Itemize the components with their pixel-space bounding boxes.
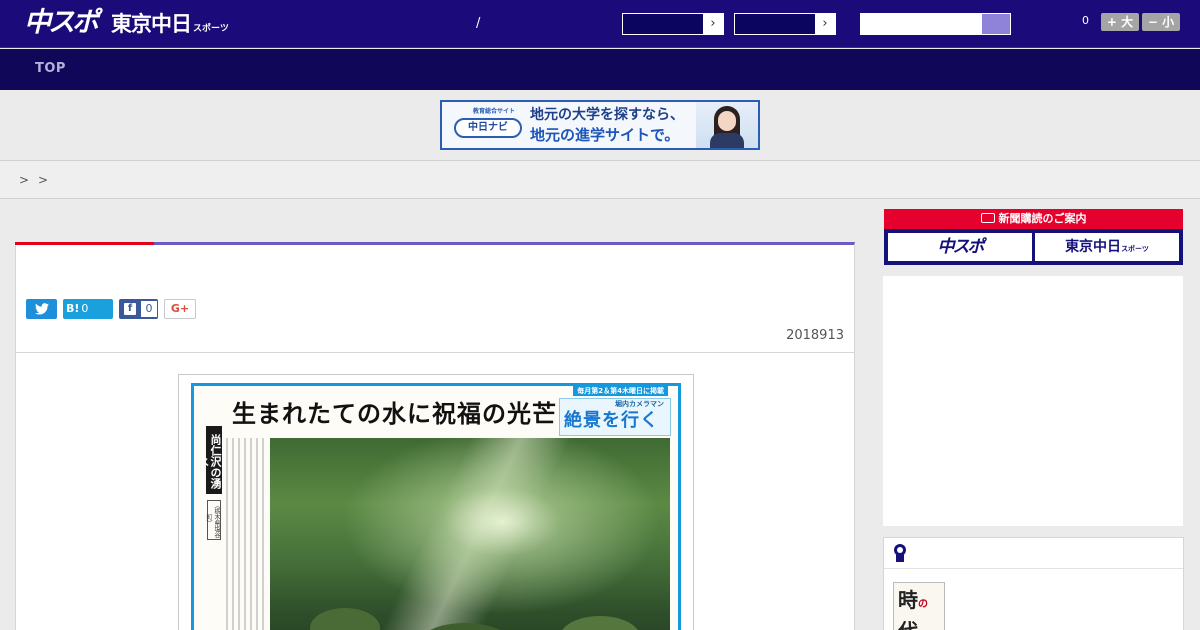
sidebar-ad-slot — [883, 276, 1183, 526]
ranking-box: 時の代 — [883, 537, 1184, 630]
place-sublabel: （栃木県塩谷町） — [205, 500, 221, 540]
chunichi-navi-logo: 教育総合サイト 中日ナビ — [452, 108, 524, 144]
clipping-tagline: 毎月第2＆第4木曜日に掲載 — [573, 386, 668, 396]
thumb-char-1: 時 — [898, 588, 918, 612]
student-photo — [696, 102, 758, 148]
font-larger-button[interactable]: + 大 — [1101, 13, 1139, 31]
newspaper-clipping: 毎月第2＆第4木曜日に掲載 生まれたての水に祝福の光芒 堀内カメラマン 絶景を行… — [191, 383, 681, 630]
ranking-divider — [884, 568, 1183, 569]
subscribe-tokyo-chunichi-button[interactable]: 東京中日スポーツ — [1035, 233, 1179, 261]
header-separator: / — [476, 16, 481, 31]
facebook-share-button[interactable]: f0 — [119, 299, 158, 319]
tokyo-logo-text: 東京中日 — [111, 12, 192, 36]
hatena-icon: B! — [66, 302, 80, 315]
font-size-count: 0 — [1082, 14, 1089, 27]
chuspo-logo[interactable]: 中スポ — [24, 7, 99, 39]
article-date: 2018913 — [786, 328, 844, 343]
article-image[interactable]: 毎月第2＆第4木曜日に掲載 生まれたての水に祝福の光芒 堀内カメラマン 絶景を行… — [178, 374, 694, 630]
tokyo-logo-small: スポーツ — [193, 24, 229, 34]
place-label: 尚仁沢の湧水 — [196, 426, 222, 494]
search-button[interactable] — [982, 14, 1010, 34]
article-accent-bar — [15, 242, 154, 245]
ad-banner-chunichi-navi[interactable]: 教育総合サイト 中日ナビ 地元の大学を探すなら、 地元の進学サイトで。 — [440, 100, 760, 150]
jump-select-1[interactable]: › — [622, 13, 724, 35]
hatena-bookmark-button[interactable]: B! 0 — [63, 299, 113, 319]
subscribe-tokyo-label: 東京中日 — [1065, 239, 1122, 255]
banner-line-2: 地元の進学サイトで。 — [530, 126, 680, 144]
clipping-headline: 生まれたての水に祝福の光芒 — [232, 399, 557, 428]
tokyo-chunichi-logo[interactable]: 東京中日 スポーツ — [111, 11, 229, 42]
subscription-title: 新聞購読のご案内 — [998, 212, 1087, 225]
site-header: 中スポ 東京中日 スポーツ / › › 0 + 大 − 小 — [0, 0, 1200, 48]
breadcrumb-separator: > — [19, 173, 30, 187]
hatena-count: 0 — [81, 302, 89, 315]
column-logo: 堀内カメラマン 絶景を行く — [559, 398, 671, 436]
breadcrumb: > > — [0, 160, 1200, 199]
column-logo-sub: 堀内カメラマン — [615, 400, 664, 408]
column-logo-title: 絶景を行く — [564, 410, 659, 431]
subscription-header: 新聞購読のご案内 — [884, 209, 1183, 229]
font-smaller-button[interactable]: − 小 — [1142, 13, 1180, 31]
search-input[interactable] — [861, 14, 982, 34]
body-text-columns — [226, 438, 266, 630]
nav-top-link[interactable]: TOP — [35, 61, 66, 77]
chevron-right-icon[interactable]: › — [815, 14, 835, 34]
subscription-box: 新聞購読のご案内 中スポ 東京中日スポーツ — [884, 209, 1183, 265]
jump-select-2[interactable]: › — [734, 13, 836, 35]
subscribe-chuspo-button[interactable]: 中スポ — [888, 233, 1032, 261]
article-card: B! 0 f0 G+ 2018913 毎月第2＆第4木曜日に掲載 生まれたての水に… — [15, 242, 855, 630]
badge-name: 中日ナビ — [454, 118, 522, 138]
ranking-thumbnail[interactable]: 時の代 — [893, 582, 945, 630]
facebook-count: 0 — [141, 301, 157, 317]
banner-line-1: 地元の大学を探すなら、 — [530, 107, 684, 123]
badge-caption: 教育総合サイト — [472, 108, 515, 115]
site-search — [860, 13, 1011, 35]
twitter-share-button[interactable] — [26, 299, 57, 319]
subscribe-tokyo-small: スポーツ — [1121, 245, 1149, 253]
article-divider — [16, 352, 854, 353]
twitter-icon — [34, 303, 49, 315]
ranking-ribbon-icon — [894, 544, 906, 564]
newspaper-icon — [980, 213, 995, 223]
thumb-char-2: の — [918, 599, 928, 610]
global-nav: TOP — [0, 49, 1200, 90]
google-plus-share-button[interactable]: G+ — [164, 299, 196, 319]
forest-spring-photo — [270, 438, 670, 630]
thumb-char-3: 代 — [898, 619, 918, 630]
facebook-icon: f — [124, 303, 136, 315]
chevron-right-icon[interactable]: › — [703, 14, 723, 34]
breadcrumb-separator: > — [38, 173, 49, 187]
